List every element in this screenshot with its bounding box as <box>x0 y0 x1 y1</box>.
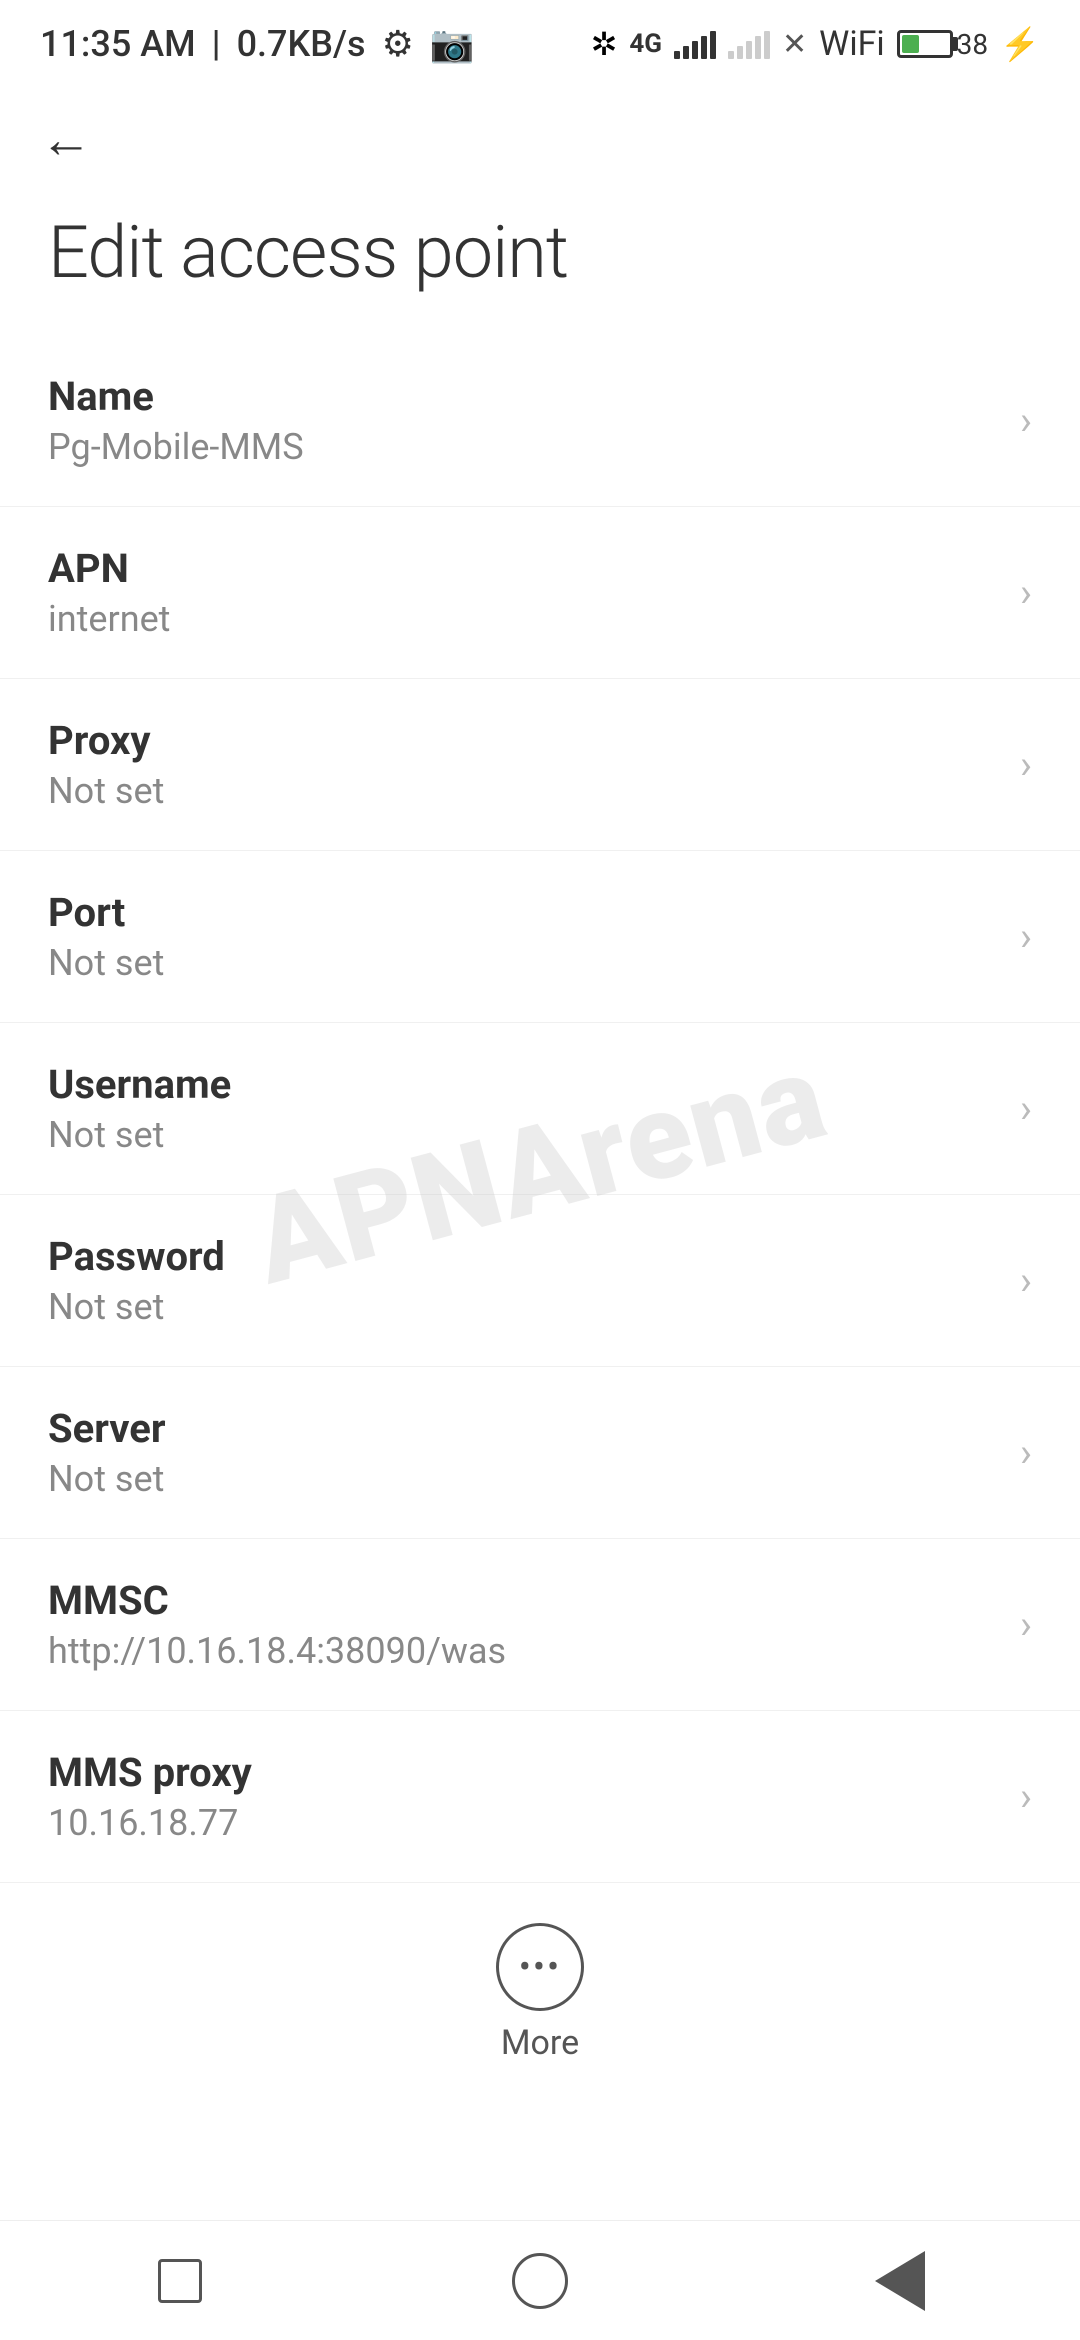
settings-item-password[interactable]: Password Not set › <box>0 1195 1080 1367</box>
settings-item-content-username: Username Not set <box>48 1061 1000 1156</box>
chevron-right-icon-name: › <box>1020 397 1032 444</box>
settings-value-name: Pg-Mobile-MMS <box>48 426 1000 468</box>
chevron-right-icon-server: › <box>1020 1429 1032 1476</box>
settings-label-server: Server <box>48 1405 1000 1452</box>
settings-item-mms-proxy[interactable]: MMS proxy 10.16.18.77 › <box>0 1711 1080 1883</box>
chevron-right-icon-username: › <box>1020 1085 1032 1132</box>
settings-value-port: Not set <box>48 942 1000 984</box>
settings-label-name: Name <box>48 373 1000 420</box>
settings-label-port: Port <box>48 889 1000 936</box>
more-label: More <box>501 2023 579 2063</box>
chevron-right-icon-mms-proxy: › <box>1020 1773 1032 1820</box>
page-title: Edit access point <box>0 190 1080 335</box>
camera-icon: 📷 <box>430 23 475 65</box>
settings-item-username[interactable]: Username Not set › <box>0 1023 1080 1195</box>
back-area: ← <box>0 80 1080 190</box>
home-icon <box>512 2253 568 2309</box>
more-section: ••• More <box>0 1883 1080 2093</box>
settings-value-password: Not set <box>48 1286 1000 1328</box>
settings-item-content-port: Port Not set <box>48 889 1000 984</box>
settings-item-content-apn: APN internet <box>48 545 1000 640</box>
settings-item-content-name: Name Pg-Mobile-MMS <box>48 373 1000 468</box>
more-dots-icon: ••• <box>519 1946 561 1988</box>
gear-icon: ⚙ <box>382 23 414 65</box>
chevron-right-icon-port: › <box>1020 913 1032 960</box>
status-left: 11:35 AM | 0.7KB/s ⚙ 📷 <box>40 23 475 65</box>
battery-indicator: 38 <box>897 28 988 61</box>
nav-home-button[interactable] <box>440 2241 640 2321</box>
settings-label-username: Username <box>48 1061 1000 1108</box>
network-4g-icon: 4G <box>629 29 662 59</box>
back-arrow-icon: ← <box>40 110 92 170</box>
settings-value-apn: internet <box>48 598 1000 640</box>
settings-item-port[interactable]: Port Not set › <box>0 851 1080 1023</box>
status-right: ✲ 4G ✕ WiFi 38 ⚡ <box>591 24 1040 64</box>
chevron-right-icon-apn: › <box>1020 569 1032 616</box>
chevron-right-icon-mmsc: › <box>1020 1601 1032 1648</box>
recent-apps-icon <box>158 2259 202 2303</box>
wifi-icon: WiFi <box>819 24 885 64</box>
status-bar: 11:35 AM | 0.7KB/s ⚙ 📷 ✲ 4G ✕ W <box>0 0 1080 80</box>
settings-item-content-mmsc: MMSC http://10.16.18.4:38090/was <box>48 1577 1000 1672</box>
no-signal-icon: ✕ <box>782 27 807 62</box>
nav-recent-button[interactable] <box>80 2241 280 2321</box>
nav-back-button[interactable] <box>800 2241 1000 2321</box>
data-speed: 0.7KB/s <box>237 23 366 65</box>
settings-item-content-mms-proxy: MMS proxy 10.16.18.77 <box>48 1749 1000 1844</box>
chevron-right-icon-password: › <box>1020 1257 1032 1304</box>
settings-item-name[interactable]: Name Pg-Mobile-MMS › <box>0 335 1080 507</box>
settings-value-username: Not set <box>48 1114 1000 1156</box>
settings-item-apn[interactable]: APN internet › <box>0 507 1080 679</box>
settings-item-content-proxy: Proxy Not set <box>48 717 1000 812</box>
time-text: 11:35 AM <box>40 23 196 65</box>
navigation-bar <box>0 2220 1080 2340</box>
settings-label-apn: APN <box>48 545 1000 592</box>
settings-label-password: Password <box>48 1233 1000 1280</box>
settings-label-mms-proxy: MMS proxy <box>48 1749 1000 1796</box>
settings-item-server[interactable]: Server Not set › <box>0 1367 1080 1539</box>
settings-value-mms-proxy: 10.16.18.77 <box>48 1802 1000 1844</box>
battery-fill <box>902 35 919 53</box>
settings-item-mmsc[interactable]: MMSC http://10.16.18.4:38090/was › <box>0 1539 1080 1711</box>
signal-bars-sim2 <box>728 29 770 59</box>
settings-label-mmsc: MMSC <box>48 1577 1000 1624</box>
charging-icon: ⚡ <box>1000 25 1040 63</box>
settings-item-content-password: Password Not set <box>48 1233 1000 1328</box>
settings-value-server: Not set <box>48 1458 1000 1500</box>
settings-label-proxy: Proxy <box>48 717 1000 764</box>
settings-list: Name Pg-Mobile-MMS › APN internet › Prox… <box>0 335 1080 1883</box>
more-button[interactable]: ••• <box>496 1923 584 2011</box>
signal-bars-sim1 <box>674 29 716 59</box>
battery-percentage: 38 <box>957 28 988 61</box>
back-button[interactable]: ← <box>40 110 92 170</box>
settings-value-proxy: Not set <box>48 770 1000 812</box>
speed-text: | <box>212 23 221 65</box>
settings-value-mmsc: http://10.16.18.4:38090/was <box>48 1630 1000 1672</box>
settings-item-proxy[interactable]: Proxy Not set › <box>0 679 1080 851</box>
settings-item-content-server: Server Not set <box>48 1405 1000 1500</box>
chevron-right-icon-proxy: › <box>1020 741 1032 788</box>
bluetooth-icon: ✲ <box>591 25 618 63</box>
back-icon <box>875 2251 925 2311</box>
